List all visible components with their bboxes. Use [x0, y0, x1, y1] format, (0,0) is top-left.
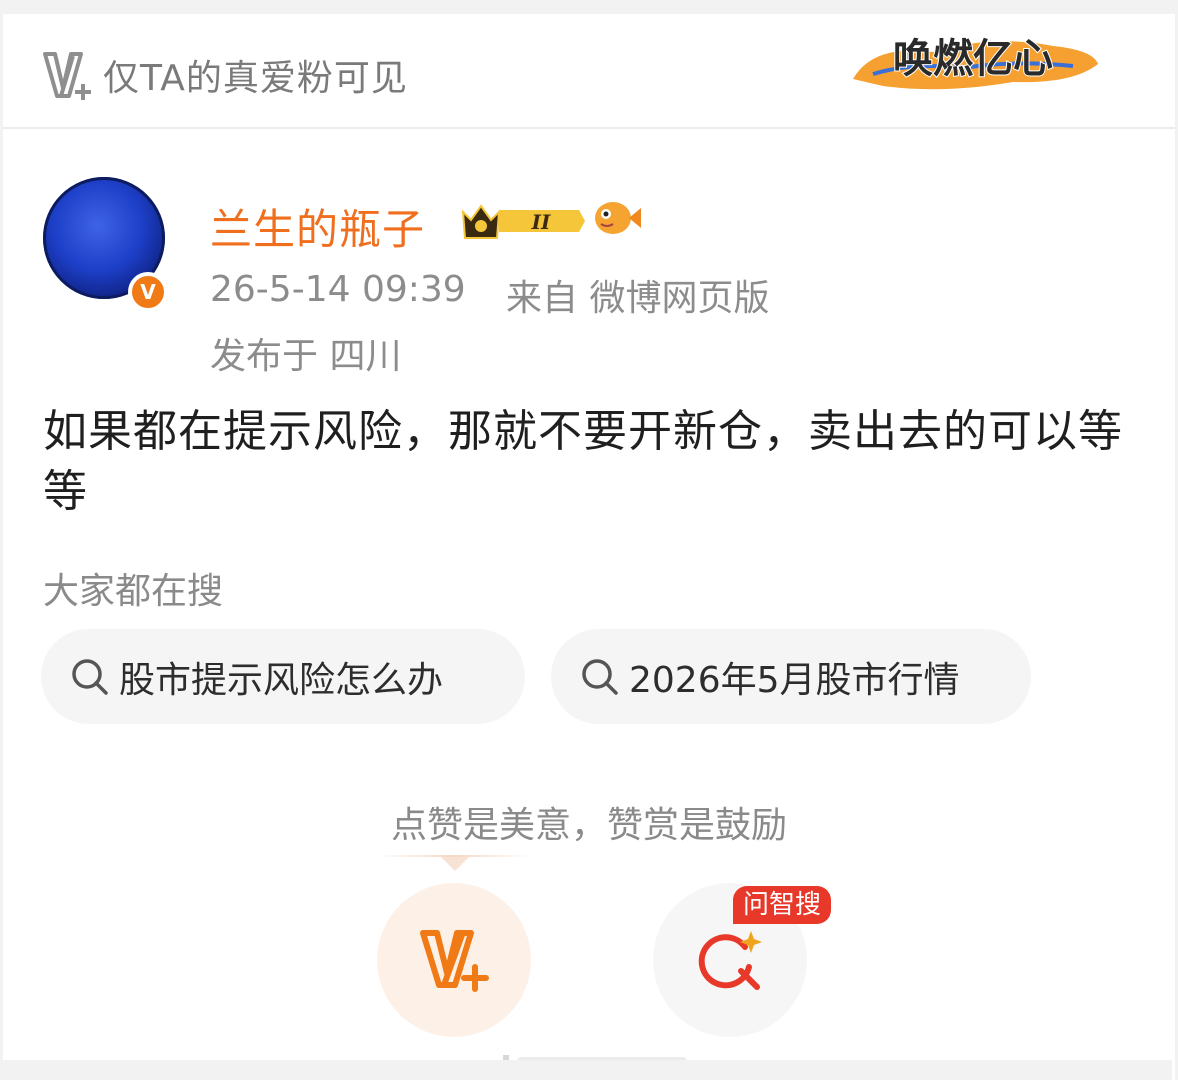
bottom-edge — [0, 1060, 1172, 1080]
campaign-banner[interactable]: 唤燃亿心 — [843, 24, 1103, 94]
search-chip-label: 2026年5月股市行情 — [629, 659, 960, 701]
post-source: 来自 微博网页版 — [506, 278, 770, 319]
reward-tip: 点赞是美意，赞赏是鼓励 — [390, 805, 787, 846]
fish-icon[interactable] — [591, 196, 643, 240]
search-icon — [72, 658, 108, 695]
trending-search-title: 大家都在搜 — [43, 571, 224, 612]
post-page: 仅TA的真爱粉可见 唤燃亿心 V 兰生的瓶子 II 26-5-14 09:39 … — [0, 0, 1178, 1080]
verified-badge: V — [128, 272, 168, 312]
ai-search-icon — [698, 931, 762, 990]
search-chip-label: 股市提示风险怎么办 — [119, 659, 444, 701]
search-chip[interactable]: 股市提示风险怎么办 — [41, 629, 525, 724]
badge-level: II — [531, 210, 551, 234]
search-icon — [582, 658, 618, 695]
tip-pointer — [441, 857, 469, 871]
reward-button[interactable] — [377, 883, 531, 1037]
crown-level-badge[interactable]: II — [461, 200, 586, 242]
search-chip[interactable]: 2026年5月股市行情 — [551, 629, 1031, 724]
ask-search-badge: 问智搜 — [733, 886, 832, 924]
banner-text: 唤燃亿心 — [893, 35, 1053, 82]
visibility-label: 仅TA的真爱粉可见 — [103, 58, 408, 99]
vplus-icon — [420, 930, 489, 992]
post-content: 如果都在提示风险，那就不要开新仓，卖出去的可以等等 — [43, 406, 1123, 517]
post-location: 发布于 四川 — [210, 336, 402, 377]
username[interactable]: 兰生的瓶子 — [210, 196, 425, 257]
post-time: 26-5-14 09:39 — [210, 269, 466, 310]
visibility-bar: 仅TA的真爱粉可见 唤燃亿心 — [3, 14, 1175, 129]
vplus-icon — [43, 52, 91, 100]
